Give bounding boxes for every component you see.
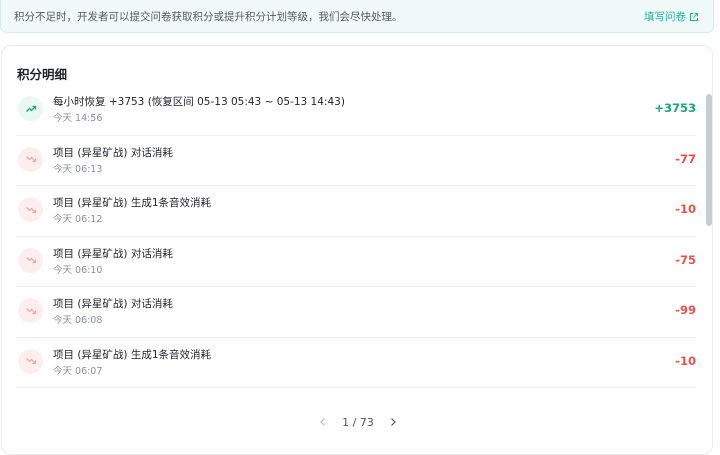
record-title: 项目 (异星矿战) 生成1条音效消耗 [53,197,212,209]
record-row: 项目 (异星矿战) 生成1条音效消耗 今天 06:07 -10 [16,338,696,388]
record-amount: -10 [675,353,696,368]
record-time: 今天 06:12 [53,214,103,225]
card-title: 积分明细 [17,67,68,82]
pagination: 1 / 73 [2,412,714,432]
record-time: 今天 14:56 [53,113,103,124]
notice-text: 积分不足时，开发者可以提交问卷获取积分或提升积分计划等级，我们会尽快处理。 [14,11,403,23]
trending-up-icon [18,96,43,121]
trending-down-icon [18,348,43,374]
record-title: 每小时恢复 +3753 (恢复区间 05-13 05:43 ~ 05-13 14… [53,96,345,108]
record-time: 今天 06:08 [53,315,103,326]
record-title: 项目 (异星矿战) 对话消耗 [53,298,173,310]
chevron-left-icon [320,418,326,426]
prev-page-button[interactable] [314,413,332,431]
page-indicator: 1 / 73 [342,415,374,429]
scrollbar-thumb[interactable] [706,94,712,226]
record-amount: -99 [675,303,696,317]
record-title: 项目 (异星矿战) 对话消耗 [53,146,173,159]
record-time: 今天 06:07 [53,365,103,377]
record-amount: -77 [675,151,696,166]
record-title: 项目 (异星矿战) 对话消耗 [53,247,173,260]
chevron-right-icon [390,418,396,426]
record-amount: +3753 [654,101,696,115]
points-record-list: 每小时恢复 +3753 (恢复区间 05-13 05:43 ~ 05-13 14… [16,85,696,388]
record-row: 项目 (异星矿战) 对话消耗 今天 06:13 -77 [16,136,696,186]
trending-down-icon [18,146,43,172]
record-row: 项目 (异星矿战) 对话消耗 今天 06:10 -75 [16,237,696,287]
record-amount: -10 [675,202,696,216]
points-detail-card: 积分明细 每小时恢复 +3753 (恢复区间 05-13 05:43 ~ 05-… [1,45,713,455]
next-page-button[interactable] [384,413,402,431]
record-row: 项目 (异星矿战) 对话消耗 今天 06:08 -99 [16,287,696,338]
trending-down-icon [18,298,43,323]
fill-survey-link[interactable]: 填写问卷 [644,9,699,24]
record-amount: -75 [675,252,696,267]
record-time: 今天 06:13 [53,163,103,175]
record-row: 项目 (异星矿战) 生成1条音效消耗 今天 06:12 -10 [16,186,696,237]
record-row: 每小时恢复 +3753 (恢复区间 05-13 05:43 ~ 05-13 14… [16,85,696,136]
fill-survey-label: 填写问卷 [644,11,686,23]
trending-down-icon [18,247,43,273]
trending-down-icon [18,197,43,222]
record-time: 今天 06:10 [53,264,103,276]
external-link-icon [690,12,698,21]
record-title: 项目 (异星矿战) 生成1条音效消耗 [53,348,212,361]
notice-banner: 积分不足时，开发者可以提交问卷获取积分或提升积分计划等级，我们会尽快处理。 填写… [0,0,714,33]
scrollbar[interactable] [706,94,712,424]
